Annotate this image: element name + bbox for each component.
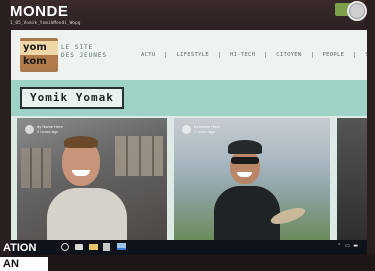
card-list: by Name Here 2 hours ago by Name Here 2 … [17, 118, 367, 240]
tv-bezel-left [0, 0, 10, 271]
article-card[interactable]: by Name Here 2 hours ago [174, 118, 330, 240]
main-nav: ACTU LIFESTYLE HI-TECH CITOYEN PEOPLE SO [131, 52, 367, 58]
ticker-bottom-text: AN [0, 257, 48, 271]
corner-round-button[interactable] [347, 1, 367, 21]
system-tray[interactable]: ⌃ ▭ ▬ [337, 243, 359, 249]
app-icon[interactable] [103, 243, 110, 251]
nav-item-citoyen[interactable]: CITOYEN [265, 52, 311, 58]
article-card-partial[interactable] [337, 118, 367, 240]
os-taskbar: ⌃ ▭ ▬ [11, 240, 367, 255]
tagline-line-1: LE SITE [61, 44, 94, 51]
avatar [25, 124, 34, 134]
nav-item-hi-tech[interactable]: HI-TECH [218, 52, 265, 58]
ticker-top-text: ATION [3, 242, 37, 254]
person-hair [64, 136, 98, 148]
nav-item-lifestyle[interactable]: LIFESTYLE [165, 52, 219, 58]
nav-item-actu[interactable]: ACTU [131, 52, 165, 58]
person-cap [228, 140, 262, 154]
background-frames [115, 136, 163, 176]
background-frames [21, 148, 51, 188]
channel-subtitle: 1_05_Vomik_YomikMondi_Wopg [10, 21, 81, 26]
avatar [182, 124, 191, 134]
browser-screen: yom kom LE SITE DES JEUNES ACTU LIFESTYL… [11, 30, 367, 240]
section-bar: Yomik Yomak [11, 80, 367, 116]
section-title: Yomik Yomak [20, 87, 124, 109]
channel-brand: MONDE [10, 3, 69, 20]
author-text: by Name Here 2 hours ago [194, 124, 220, 134]
tagline-line-2: DES JEUNES [61, 52, 108, 59]
person-sunglasses [231, 157, 259, 164]
author-meta: 2 hours ago [37, 129, 59, 134]
card-author: by Name Here 2 hours ago [25, 124, 63, 134]
folder-icon[interactable] [89, 244, 98, 250]
card-author: by Name Here 2 hours ago [182, 124, 220, 134]
nav-item-so[interactable]: SO [354, 52, 367, 58]
author-text: by Name Here 2 hours ago [37, 124, 63, 134]
nav-item-people[interactable]: PEOPLE [311, 52, 355, 58]
article-card[interactable]: by Name Here 2 hours ago [17, 118, 167, 240]
person-head [230, 150, 260, 184]
logo-line-1: yom [20, 41, 58, 55]
person-body [47, 188, 127, 240]
photos-icon[interactable] [117, 243, 126, 250]
site-logo[interactable]: yom kom [20, 38, 58, 72]
tv-bezel-bottom [0, 255, 375, 271]
site-header: yom kom LE SITE DES JEUNES ACTU LIFESTYL… [11, 30, 367, 80]
logo-line-2: kom [20, 55, 58, 69]
search-icon[interactable] [61, 243, 69, 251]
author-meta: 2 hours ago [194, 129, 216, 134]
task-view-icon[interactable] [75, 244, 83, 250]
site-tagline: LE SITE DES JEUNES [61, 44, 107, 60]
person-body [214, 186, 280, 240]
